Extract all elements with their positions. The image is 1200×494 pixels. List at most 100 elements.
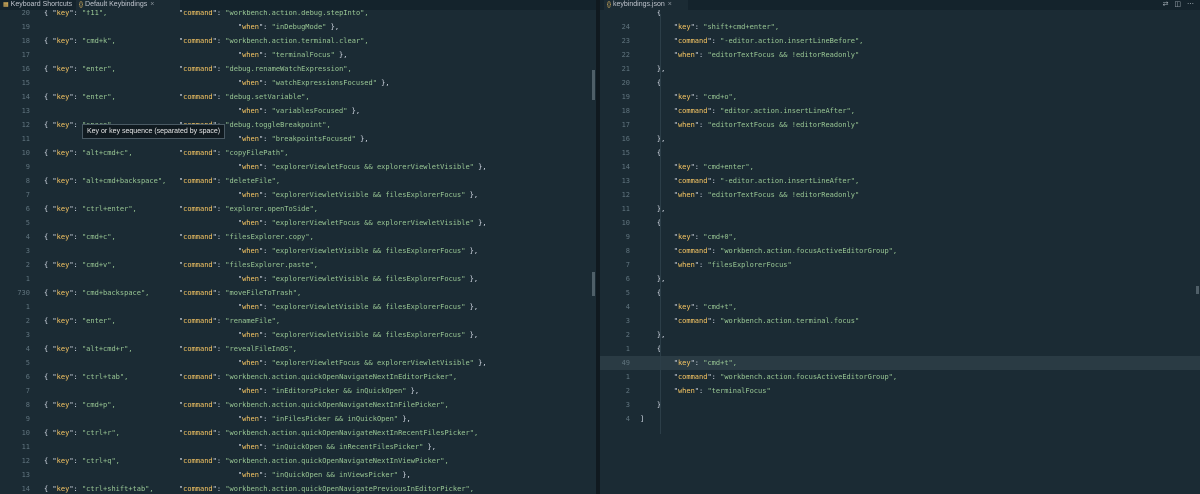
code-line[interactable]: 4 "key": "cmd+t", [600,300,1200,314]
close-icon[interactable]: × [668,1,672,8]
code-line[interactable]: 10{ "key": "alt+cmd+c", "command": "copy… [0,146,596,160]
code-line[interactable]: 13 "command": "-editor.action.insertLine… [600,174,1200,188]
json-key: key [56,233,70,241]
code-line[interactable]: 2{ "key": "enter", "command": "renameFil… [0,314,596,328]
code-line[interactable]: 24 "key": "shift+cmd+enter", [600,20,1200,34]
code-line[interactable]: 13 "when": "variablesFocused" }, [0,104,596,118]
tab-default-keybindings[interactable]: {} Default Keybindings × [76,0,180,10]
line-number: 9 [25,163,30,171]
code-line[interactable]: 8{ "key": "alt+cmd+backspace", "command"… [0,174,596,188]
line-number: 2 [25,317,30,325]
punctuation: " [44,107,243,115]
line-number: 3 [25,247,30,255]
close-icon[interactable]: × [150,1,154,8]
code-line[interactable]: 12{ "key": "ctrl+q", "command": "workben… [0,454,596,468]
code-line[interactable]: 49 "key": "cmd+t", [600,356,1200,370]
code-line[interactable]: 5 "when": "explorerViewletFocus && explo… [0,356,596,370]
code-line[interactable]: 2 }, [600,328,1200,342]
json-string: "inDebugMode" [271,23,327,31]
code-line[interactable]: 4] [600,412,1200,426]
code-line[interactable]: 8{ "key": "cmd+p", "command": "workbench… [0,398,596,412]
code-line[interactable]: 11 "when": "inQuickOpen && inRecentFiles… [0,440,596,454]
json-key: when [242,443,259,451]
code-line[interactable]: 3 "when": "explorerViewletVisible && fil… [0,244,596,258]
code-line[interactable]: 2 "when": "terminalFocus" [600,384,1200,398]
code-line[interactable]: 9 "when": "inFilesPicker && inQuickOpen"… [0,412,596,426]
code-line[interactable]: 6 }, [600,272,1200,286]
punctuation: { " [44,65,57,73]
code-line[interactable]: 6{ "key": "ctrl+tab", "command": "workbe… [0,370,596,384]
line-number: 22 [621,51,630,59]
scrollbar-thumb[interactable] [592,70,595,100]
default-keybindings-editor[interactable]: 20{ "key": "f11", "command": "workbench.… [0,10,596,494]
punctuation: { [640,149,662,157]
code-line[interactable]: 19 "when": "inDebugMode" }, [0,20,596,34]
code-line[interactable]: 15 "when": "watchExpressionsFocused" }, [0,76,596,90]
json-key: key [677,359,691,367]
code-text: "when": "editorTextFocus && !editorReado… [640,48,859,62]
code-line[interactable]: 1 "command": "workbench.action.focusActi… [600,370,1200,384]
code-line[interactable]: 14 "key": "cmd+enter", [600,160,1200,174]
punctuation: ": [258,275,272,283]
code-line[interactable]: 7 "when": "filesExplorerFocus" [600,258,1200,272]
more-actions-icon[interactable]: ⋯ [1187,1,1194,8]
code-line[interactable]: 20 { [600,76,1200,90]
code-line[interactable]: 8 "command": "workbench.action.focusActi… [600,244,1200,258]
split-editor-icon[interactable]: ◫ [1174,1,1181,8]
scrollbar-thumb[interactable] [592,272,595,296]
code-line[interactable]: 23 "command": "-editor.action.insertLine… [600,34,1200,48]
json-string: "breakpointsFocused" [271,135,356,143]
scrollbar-thumb[interactable] [1196,286,1199,294]
code-text: "when": "inQuickOpen && inRecentFilesPic… [44,440,436,454]
code-line[interactable]: 5 "when": "explorerViewletFocus && explo… [0,216,596,230]
code-line[interactable]: 10 { [600,216,1200,230]
tab-keybindings-json[interactable]: {} keybindings.json × [604,0,688,10]
code-line[interactable]: 22 "when": "editorTextFocus && !editorRe… [600,48,1200,62]
code-line[interactable]: 20{ "key": "f11", "command": "workbench.… [0,10,596,20]
code-line[interactable]: 17 "when": "editorTextFocus && !editorRe… [600,118,1200,132]
punctuation: " [132,345,184,353]
code-text: ] [640,412,644,426]
code-line[interactable]: 3 "when": "explorerViewletVisible && fil… [0,328,596,342]
code-line[interactable]: 9 "key": "cmd+0", [600,230,1200,244]
code-line[interactable]: 3 } [600,398,1200,412]
keybindings-json-editor[interactable]: {24 "key": "shift+cmd+enter", 23 "command… [600,10,1200,494]
code-line[interactable]: 7 "when": "inEditorsPicker && inQuickOpe… [0,384,596,398]
line-number: 5 [625,289,630,297]
code-line[interactable]: 17 "when": "terminalFocus" }, [0,48,596,62]
json-string: "explorerViewletVisible && filesExplorer… [271,275,466,283]
code-line[interactable]: 15 { [600,146,1200,160]
code-line[interactable]: 13 "when": "inQuickOpen && inViewsPicker… [0,468,596,482]
code-line[interactable]: 18{ "key": "cmd+k", "command": "workbenc… [0,34,596,48]
code-line[interactable]: 21 }, [600,62,1200,76]
tab-keyboard-shortcuts[interactable]: ▦ Keyboard Shortcuts [0,0,74,10]
code-line[interactable]: 12 "when": "editorTextFocus && !editorRe… [600,188,1200,202]
code-line[interactable]: 10{ "key": "ctrl+r", "command": "workben… [0,426,596,440]
code-line[interactable]: 2{ "key": "cmd+v", "command": "filesExpl… [0,258,596,272]
punctuation: " [640,121,678,129]
code-line[interactable]: 16 }, [600,132,1200,146]
code-line[interactable]: 19 "key": "cmd+o", [600,90,1200,104]
code-line[interactable]: 1 { [600,342,1200,356]
code-line[interactable]: 16{ "key": "enter", "command": "debug.re… [0,62,596,76]
code-line[interactable]: 9 "when": "explorerViewletFocus && explo… [0,160,596,174]
punctuation: { " [44,233,57,241]
code-line[interactable]: 1 "when": "explorerViewletVisible && fil… [0,300,596,314]
code-line[interactable]: 4{ "key": "alt+cmd+r", "command": "revea… [0,342,596,356]
open-changes-icon[interactable]: ⇄ [1163,1,1169,8]
code-line[interactable]: 14{ "key": "ctrl+shift+tab", "command": … [0,482,596,494]
code-line[interactable]: 6{ "key": "ctrl+enter", "command": "expl… [0,202,596,216]
code-line[interactable]: 11 }, [600,202,1200,216]
punctuation: { [640,219,662,227]
code-line[interactable]: 1 "when": "explorerViewletVisible && fil… [0,272,596,286]
code-line[interactable]: { [600,10,1200,20]
code-line[interactable]: 4{ "key": "cmd+c", "command": "filesExpl… [0,230,596,244]
code-line[interactable]: 7 "when": "explorerViewletVisible && fil… [0,188,596,202]
code-line[interactable]: 730{ "key": "cmd+backspace", "command": … [0,286,596,300]
code-line[interactable]: 3 "command": "workbench.action.terminal.… [600,314,1200,328]
code-line[interactable]: 14{ "key": "enter", "command": "debug.se… [0,90,596,104]
code-line[interactable]: 18 "command": "editor.action.insertLineA… [600,104,1200,118]
code-line[interactable]: 5 { [600,286,1200,300]
json-key: when [242,23,259,31]
line-number: 12 [21,121,30,129]
